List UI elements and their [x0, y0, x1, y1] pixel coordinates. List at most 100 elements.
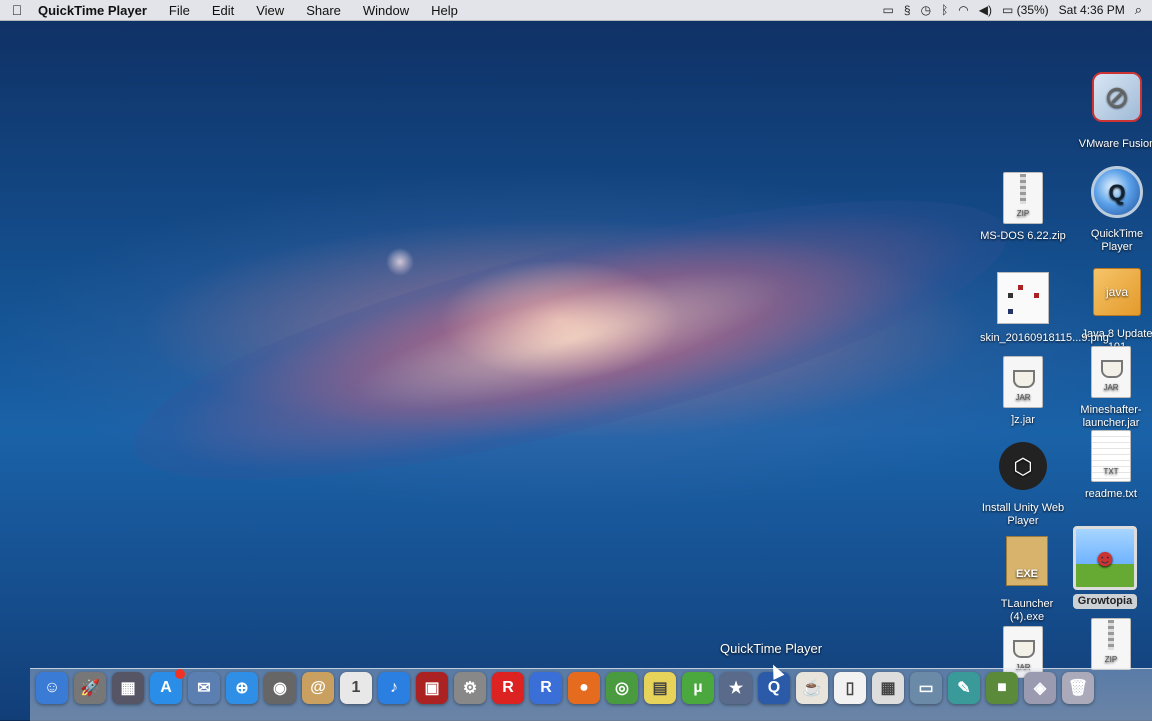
roblox-studio-icon: R — [530, 672, 562, 704]
dock-item[interactable]: R — [492, 672, 524, 704]
dock-item[interactable]: ◎ — [606, 672, 638, 704]
dock-item[interactable]: µ — [682, 672, 714, 704]
dock-item[interactable]: ▦ — [112, 672, 144, 704]
dock-item[interactable]: ◉ — [264, 672, 296, 704]
launchpad-icon: 🚀 — [74, 672, 106, 704]
clock[interactable]: Sat 4:36 PM — [1059, 3, 1125, 17]
apple-menu-icon[interactable]:  — [0, 2, 34, 18]
imovie-icon: ★ — [720, 672, 752, 704]
menu-view[interactable]: View — [245, 3, 295, 18]
desktop-item-tlauncher-exe[interactable]: EXE TLauncher (4).exe — [984, 536, 1070, 624]
unity-icon: ⬡ — [999, 442, 1047, 490]
dock-item[interactable]: @ — [302, 672, 334, 704]
desktop-item-z-jar[interactable]: JAR ]z.jar — [980, 356, 1066, 427]
txt-file-icon: TXT — [1088, 430, 1134, 484]
dock-item[interactable]: ♪ — [378, 672, 410, 704]
facetime-icon: ◉ — [264, 672, 296, 704]
menu-help[interactable]: Help — [420, 3, 469, 18]
chrome-icon: ◎ — [606, 672, 638, 704]
safari-icon: ⊕ — [226, 672, 258, 704]
desktop-item-label: MS-DOS 6.22.zip — [980, 230, 1066, 242]
desktop-item-label: Install Unity Web Player — [981, 502, 1065, 527]
dock-item[interactable]: ☕ — [796, 672, 828, 704]
dock-item[interactable]: ☺ — [36, 672, 68, 704]
desktop-item-label: VMware Fusion — [1078, 138, 1152, 150]
app-menu[interactable]: QuickTime Player — [34, 3, 158, 18]
spotlight-search-icon[interactable]: ⌕ — [1135, 2, 1142, 18]
dock-item[interactable]: R — [530, 672, 562, 704]
finder-icon: ☺ — [36, 672, 68, 704]
dock-item[interactable]: 🚀 — [74, 672, 106, 704]
time-machine-icon[interactable]: ◷ — [921, 3, 931, 17]
dock-item[interactable]: ✎ — [948, 672, 980, 704]
screen-record-icon[interactable]: ▭ — [883, 3, 894, 17]
minecraft-skin-icon: ▦ — [872, 672, 904, 704]
desktop-item-label: skin_20160918115...9.png — [980, 332, 1109, 344]
notification-badge — [175, 669, 185, 679]
dock-item[interactable]: ■ — [986, 672, 1018, 704]
dock-item[interactable]: ★ — [720, 672, 752, 704]
menu-file[interactable]: File — [158, 3, 201, 18]
dock-icons: ☺ 🚀 ▦ A ✉ ⊕ ◉ @1 ♪ ▣ ⚙ R R ● ◎ ▤ µ ★ Q ☕ ▯ ▦ ▭ ✎ ■ ◈ 🗑 — [36, 669, 1094, 704]
zip-file-icon: ZIP — [1000, 172, 1046, 226]
minecraft-icon: ■ — [986, 672, 1018, 704]
menu-bar:  QuickTime Player File Edit View Share … — [0, 0, 1152, 21]
desktop-item-label: ]z.jar — [1011, 414, 1035, 426]
dock-item[interactable]: ◈ — [1024, 672, 1056, 704]
dock-item[interactable]: ✉ — [188, 672, 220, 704]
battery-status[interactable]: ▭ (35%) — [1002, 3, 1049, 17]
jar-file-icon: JAR — [1000, 356, 1046, 410]
desktop-item-vmware-fusion[interactable]: ⊘ VMware Fusion — [1074, 72, 1152, 151]
menu-edit[interactable]: Edit — [201, 3, 245, 18]
menu-window[interactable]: Window — [352, 3, 420, 18]
dock-item[interactable]: ● — [568, 672, 600, 704]
document-icon: ▯ — [834, 672, 866, 704]
dock-item[interactable]: ⊕ — [226, 672, 258, 704]
system-info-icon: ◈ — [1024, 672, 1056, 704]
bluetooth-icon[interactable]: ᛒ — [941, 3, 948, 17]
dock-item[interactable]: A — [150, 669, 185, 704]
quicktime-icon: Q — [1091, 166, 1143, 218]
desktop-item-growtopia[interactable]: ☻ Growtopia — [1062, 526, 1148, 609]
calendar-icon: 1 — [340, 672, 372, 704]
desktop-item-ms-dos-zip[interactable]: ZIP MS-DOS 6.22.zip — [980, 172, 1066, 243]
growtopia-icon: ☻ — [1073, 526, 1137, 590]
dock-item[interactable]: ▤ — [644, 672, 676, 704]
java-installer-icon: java — [1093, 268, 1141, 316]
script-menu-icon[interactable]: § — [904, 3, 911, 17]
wifi-icon[interactable]: ◠ — [958, 3, 968, 17]
dock-tooltip: QuickTime Player — [720, 641, 823, 656]
contacts-icon: @ — [302, 672, 334, 704]
system-preferences-icon: ⚙ — [454, 672, 486, 704]
desktop-item-readme-txt[interactable]: TXT readme.txt — [1068, 430, 1152, 501]
desktop-item-label: Mineshafter-launcher.jar — [1080, 404, 1142, 429]
dock-item[interactable]: ▣ — [416, 672, 448, 704]
dock-item[interactable]: ⚙ — [454, 672, 486, 704]
paint-icon: ✎ — [948, 672, 980, 704]
dock-item[interactable]: ▯ — [834, 672, 866, 704]
dock-item[interactable]: 1 — [340, 672, 372, 704]
desktop-item-label: QuickTime Player — [1090, 228, 1144, 253]
roblox-icon: R — [492, 672, 524, 704]
jar-file-icon: JAR — [1088, 346, 1134, 400]
utorrent-icon: µ — [682, 672, 714, 704]
desktop-item-mineshafter-jar[interactable]: JAR Mineshafter-launcher.jar — [1068, 346, 1152, 430]
trash-icon: 🗑 — [1062, 672, 1094, 704]
photo-booth-icon: ▣ — [416, 672, 448, 704]
preview-icon: ▭ — [910, 672, 942, 704]
menu-share[interactable]: Share — [295, 3, 352, 18]
desktop-item-label: Growtopia — [1072, 594, 1138, 609]
desktop-item-skin-png[interactable]: skin_20160918115...9.png — [980, 272, 1109, 345]
dock-item[interactable]: ▭ — [910, 672, 942, 704]
vmware-icon: ⊘ — [1092, 72, 1142, 122]
mission-control-icon: ▦ — [112, 672, 144, 704]
dock-item[interactable]: ▦ — [872, 672, 904, 704]
status-area: ▭ § ◷ ᛒ ◠ ◀) ▭ (35%) Sat 4:36 PM ⌕ — [883, 2, 1152, 18]
desktop-item-quicktime-player[interactable]: Q QuickTime Player — [1074, 166, 1152, 254]
dock-item[interactable]: 🗑 — [1062, 672, 1094, 704]
volume-icon[interactable]: ◀) — [979, 3, 992, 17]
java-dock-icon: ☕ — [796, 672, 828, 704]
firefox-icon: ● — [568, 672, 600, 704]
desktop-item-install-unity[interactable]: ⬡ Install Unity Web Player — [980, 442, 1066, 528]
stickies-icon: ▤ — [644, 672, 676, 704]
